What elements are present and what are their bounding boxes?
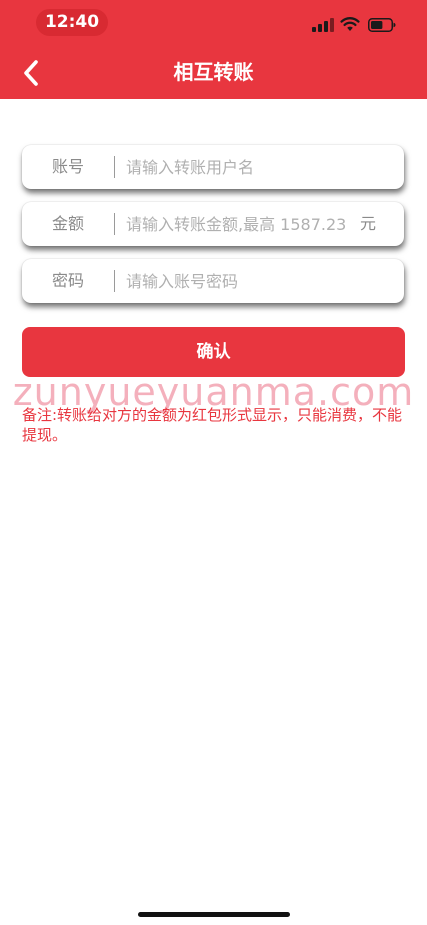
account-label: 账号 [51,157,84,176]
transfer-note: 备注:转账给对方的金额为红包形式显示，只能消费，不能提现。 [22,406,403,444]
battery-icon [368,18,396,32]
account-input[interactable] [126,145,388,189]
password-label: 密码 [51,271,84,290]
nav-bar: 相互转账 [0,46,427,99]
password-input[interactable] [126,259,388,303]
status-time: 12:40 [44,12,100,32]
field-divider [114,156,115,178]
chevron-left-icon [24,60,38,86]
signal-icon [312,18,334,32]
home-indicator [138,912,290,917]
wifi-icon [340,17,360,31]
back-button[interactable] [14,56,48,90]
amount-field: 金额 元 [22,202,404,246]
header: 12:40 相互转账 [0,0,427,99]
field-divider [114,270,115,292]
amount-input[interactable] [126,202,351,246]
account-field: 账号 [22,145,404,189]
amount-label: 金额 [51,214,84,233]
password-field: 密码 [22,259,404,303]
field-divider [114,213,115,235]
status-bar: 12:40 [0,0,427,46]
page-title: 相互转账 [173,60,254,84]
amount-unit: 元 [359,214,376,233]
